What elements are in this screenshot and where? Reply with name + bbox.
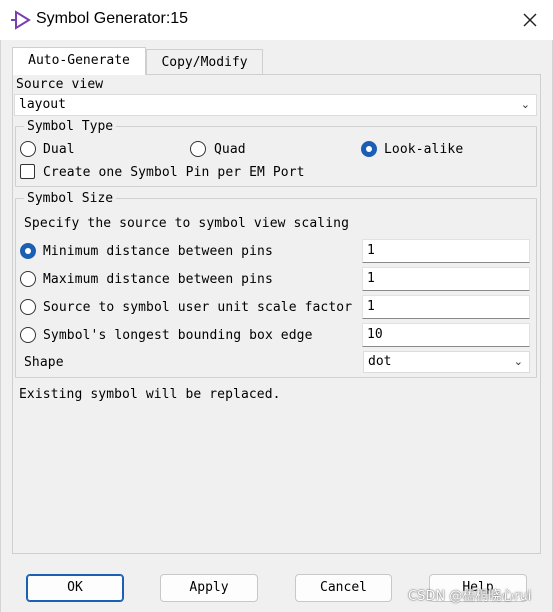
radio-bbox-edge[interactable] [20, 327, 36, 343]
radio-look-alike-label: Look-alike [384, 142, 464, 157]
scaling-description: Specify the source to symbol view scalin… [24, 216, 349, 231]
em-port-checkbox[interactable] [20, 164, 35, 179]
apply-button[interactable]: Apply [160, 574, 258, 602]
radio-min-distance-label: Minimum distance between pins [43, 244, 273, 259]
shape-select[interactable]: dot ⌄ [363, 351, 530, 373]
radio-dual-label: Dual [43, 142, 75, 157]
source-view-label: Source view [16, 77, 104, 92]
source-view-select[interactable]: layout ⌄ [14, 94, 537, 116]
radio-dual[interactable] [20, 141, 36, 157]
symbol-type-title: Symbol Type [24, 119, 117, 134]
shape-value: dot [368, 354, 392, 369]
symbol-size-title: Symbol Size [24, 191, 117, 206]
radio-min-distance[interactable] [20, 243, 36, 259]
bbox-edge-field[interactable]: 10 [362, 323, 530, 347]
radio-quad-label: Quad [214, 142, 246, 157]
scale-factor-field[interactable]: 1 [362, 295, 530, 319]
radio-look-alike[interactable] [361, 141, 377, 157]
cancel-button[interactable]: Cancel [295, 574, 392, 602]
triangle-pin-icon [11, 10, 31, 30]
chevron-down-icon: ⌄ [520, 98, 530, 111]
ok-button[interactable]: OK [26, 574, 124, 602]
max-distance-field[interactable]: 1 [362, 267, 530, 291]
tab-copy-modify[interactable]: Copy/Modify [146, 49, 263, 75]
radio-max-distance[interactable] [20, 271, 36, 287]
radio-scale-factor-label: Source to symbol user unit scale factor [43, 300, 353, 315]
em-port-checkbox-label: Create one Symbol Pin per EM Port [43, 165, 305, 180]
watermark-text: CSDN @梧桐晓心rui [408, 589, 532, 604]
status-message: Existing symbol will be replaced. [19, 387, 281, 402]
radio-scale-factor[interactable] [20, 299, 36, 315]
window-title: Symbol Generator:15 [36, 10, 189, 27]
radio-max-distance-label: Maximum distance between pins [43, 272, 273, 287]
close-button[interactable] [510, 6, 550, 34]
radio-quad[interactable] [190, 141, 206, 157]
radio-bbox-edge-label: Symbol's longest bounding box edge [43, 328, 313, 343]
source-view-value: layout [19, 97, 66, 112]
min-distance-field[interactable]: 1 [362, 239, 530, 263]
tab-auto-generate[interactable]: Auto-Generate [12, 47, 146, 75]
shape-label: Shape [24, 355, 64, 370]
title-bar: Symbol Generator:15 [0, 0, 553, 40]
close-icon [523, 13, 537, 27]
chevron-down-icon: ⌄ [513, 355, 523, 368]
